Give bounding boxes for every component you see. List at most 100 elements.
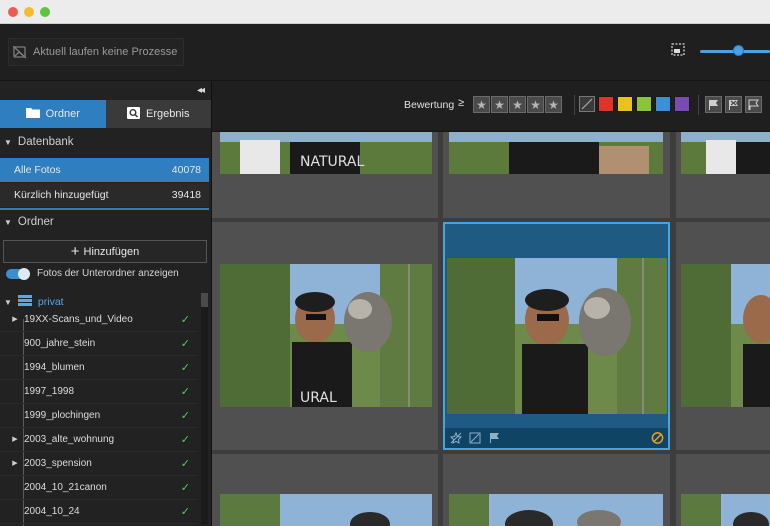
triangle-down-icon: ▼ [4,137,12,147]
star-icon[interactable]: ★ [491,96,508,113]
tree-item[interactable]: 1997_1998 ✓ [0,379,198,404]
db-row-label: Alle Fotos [14,164,61,176]
expand-arrow-icon[interactable]: ▶ [8,315,22,323]
tab-ergebnis-label: Ergebnis [146,108,190,120]
checkmark-icon: ✓ [180,313,190,326]
filter-bar: Bewertung ≥ ★ ★ ★ ★ ★ [212,81,770,132]
color-filter-blue[interactable] [655,96,671,112]
db-row-recently-added[interactable]: Kürzlich hinzugefügt 39418 [0,183,209,207]
color-filter-red[interactable] [598,96,614,112]
minimize-window-button[interactable] [24,7,34,17]
scrollbar-thumb[interactable] [201,293,208,307]
thumbnail-size-icon [671,43,685,61]
tree-item-label: 1997_1998 [24,385,75,397]
db-row-count: 39418 [171,189,201,201]
rating-operator[interactable]: ≥ [458,97,464,109]
color-label-filters [579,96,690,112]
collapse-sidebar-button[interactable]: ◂◂ [197,85,205,96]
color-label-icon[interactable] [468,432,481,445]
folders-header-label: Ordner [17,216,54,228]
photo-grid: NATURAL URAL [212,132,770,526]
checkmark-icon: ✓ [180,481,190,494]
photo-cell[interactable] [443,132,670,218]
tree-item[interactable]: ▶ 2003_alte_wohnung ✓ [0,427,198,452]
unflagged-icon[interactable] [745,96,762,113]
photo-cell[interactable] [676,132,770,218]
divider [698,95,699,115]
tree-item[interactable]: ▶ 2003_spension ✓ [0,451,198,476]
tree-item-label: 1999_plochingen [24,409,101,421]
hide-photo-icon[interactable] [651,432,664,445]
top-toolbar: Aktuell laufen keine Prozesse [0,24,770,81]
photo-thumbnail [681,132,770,174]
add-folder-button[interactable]: + Hinzufügen [3,240,207,263]
db-row-label: Kürzlich hinzugefügt [14,189,109,201]
flag-icon[interactable] [705,96,722,113]
db-row-count: 40078 [171,164,201,176]
flag-icon[interactable] [487,432,500,445]
app-window: Aktuell laufen keine Prozesse ◂◂ Ordner [0,0,770,526]
close-window-button[interactable] [8,7,18,17]
flag-filters [705,96,762,113]
tree-item[interactable]: ▶ 19XX-Scans_und_Video ✓ [0,307,198,332]
rating-stars: ★ ★ ★ ★ ★ [473,96,562,113]
folders-section-header[interactable]: ▼ Ordner [0,211,211,233]
photo-thumbnail: NATURAL [220,132,432,174]
photo-thumbnail [447,258,667,414]
svg-text:NATURAL: NATURAL [300,154,364,170]
plus-icon: + [70,243,80,260]
color-filter-purple[interactable] [674,96,690,112]
tree-item-label: 19XX-Scans_und_Video [24,313,133,325]
photo-cell[interactable] [676,222,770,450]
photo-thumbnail [681,494,770,526]
add-folder-label: Hinzufügen [83,245,140,258]
photo-cell[interactable] [676,454,770,526]
no-process-icon [13,45,27,59]
sidebar-tabs: Ordner Ergebnis [0,100,211,128]
tab-ordner-label: Ordner [45,108,80,120]
maximize-window-button[interactable] [40,7,50,17]
photo-cell-selected[interactable] [443,222,670,450]
reject-flag-icon[interactable] [725,96,742,113]
checkmark-icon: ✓ [180,337,190,350]
checkmark-icon: ✓ [180,409,190,422]
title-bar [0,0,770,24]
database-section-header[interactable]: ▼ Datenbank [0,131,211,153]
thumbnail-size-slider-handle[interactable] [733,45,744,56]
no-color-filter[interactable] [579,96,595,112]
tree-item-label: 2004_10_21canon [24,481,107,493]
tree-item[interactable]: 2004_10_21canon ✓ [0,475,198,500]
color-filter-green[interactable] [636,96,652,112]
tab-ergebnis[interactable]: Ergebnis [105,100,211,128]
photo-action-bar [445,428,668,448]
search-icon [127,106,141,122]
tab-ordner[interactable]: Ordner [0,100,106,128]
tree-item-label: 1994_blumen [24,361,85,373]
star-icon[interactable]: ★ [473,96,490,113]
star-icon[interactable]: ★ [509,96,526,113]
photo-cell[interactable]: URAL [212,222,438,450]
tree-item[interactable]: 1999_plochingen ✓ [0,403,198,428]
photo-cell[interactable]: NATURAL [212,132,438,218]
photo-cell[interactable] [212,454,438,526]
expand-arrow-icon[interactable]: ▶ [8,459,22,467]
db-row-all-photos[interactable]: Alle Fotos 40078 [0,158,209,182]
subfolder-photos-toggle-row: Fotos der Unterordner anzeigen [6,267,179,280]
expand-arrow-icon[interactable]: ▶ [8,435,22,443]
color-filter-yellow[interactable] [617,96,633,112]
star-icon[interactable]: ★ [527,96,544,113]
tree-item[interactable]: 1994_blumen ✓ [0,355,198,380]
tree-item-label: 2003_spension [24,457,92,469]
rating-icon[interactable] [449,432,462,445]
tree-item[interactable]: 900_jahre_stein ✓ [0,331,198,356]
svg-text:URAL: URAL [300,390,337,406]
photo-thumbnail [681,264,770,407]
tree-item-label: 2003_alte_wohnung [24,433,115,445]
rating-label: Bewertung [404,99,455,111]
star-icon[interactable]: ★ [545,96,562,113]
photo-cell[interactable] [443,454,670,526]
subfolder-photos-toggle[interactable] [6,267,30,280]
checkmark-icon: ✓ [180,385,190,398]
tree-item[interactable]: 2004_10_24 ✓ [0,499,198,524]
folder-tree-scrollbar[interactable] [201,293,208,525]
